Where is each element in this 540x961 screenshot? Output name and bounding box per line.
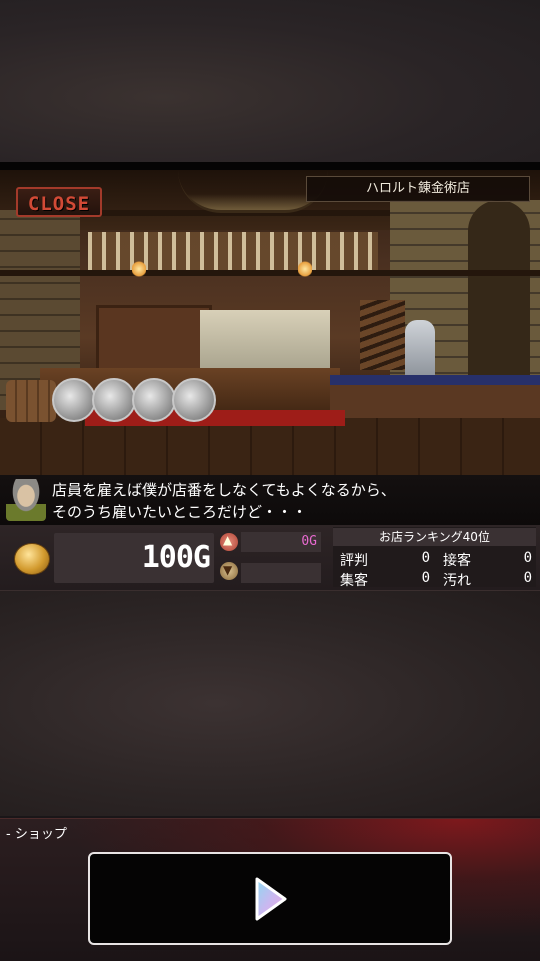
shield-display — [92, 378, 136, 422]
main-content-panel — [0, 590, 540, 816]
dialogue-line-2: そのうち雇いたいところだけど・・・ — [52, 503, 308, 521]
scene-divider — [0, 162, 540, 170]
wall-lamp-right — [298, 260, 312, 278]
play-triangle-icon — [255, 877, 287, 921]
shield-display — [52, 378, 96, 422]
character-portrait — [6, 479, 46, 521]
gold-coin-icon — [14, 543, 50, 575]
stat-label-service: 接客 — [443, 553, 471, 569]
shop-window — [200, 310, 330, 370]
stat-label-customers: 集客 — [340, 573, 368, 589]
balcony-beam — [0, 270, 540, 276]
expense-box — [241, 563, 321, 583]
staircase — [360, 300, 405, 370]
dialogue-line-1: 店員を雇えば僕が店番をしなくてもよくなるから、 — [52, 481, 396, 499]
close-shop-button[interactable]: CLOSE — [16, 187, 102, 217]
glass-cabinet — [96, 305, 212, 376]
expense-down-icon — [220, 562, 238, 580]
stat-value-customers: 0 — [421, 570, 430, 586]
blurred-background — [0, 0, 540, 162]
stat-value-service: 0 — [523, 550, 532, 566]
shop-name-plate: ハロルト錬金術店 — [306, 176, 530, 202]
income-value: 0G — [301, 534, 317, 549]
armor-display — [405, 320, 435, 380]
shield-display — [172, 378, 216, 422]
stat-value-dirt: 0 — [523, 570, 532, 586]
wooden-floor — [0, 418, 540, 475]
stat-label-reputation: 評判 — [340, 553, 368, 569]
stat-label-dirt: 汚れ — [443, 573, 471, 589]
money-value: 100G — [141, 540, 211, 575]
barrel — [6, 380, 56, 422]
shield-display — [132, 378, 176, 422]
stat-value-reputation: 0 — [421, 550, 430, 566]
shop-section-label: - ショップ — [6, 827, 67, 842]
wall-lamp-left — [132, 260, 146, 278]
income-up-icon — [220, 533, 238, 551]
ranking-title: お店ランキング40位 — [333, 528, 536, 546]
